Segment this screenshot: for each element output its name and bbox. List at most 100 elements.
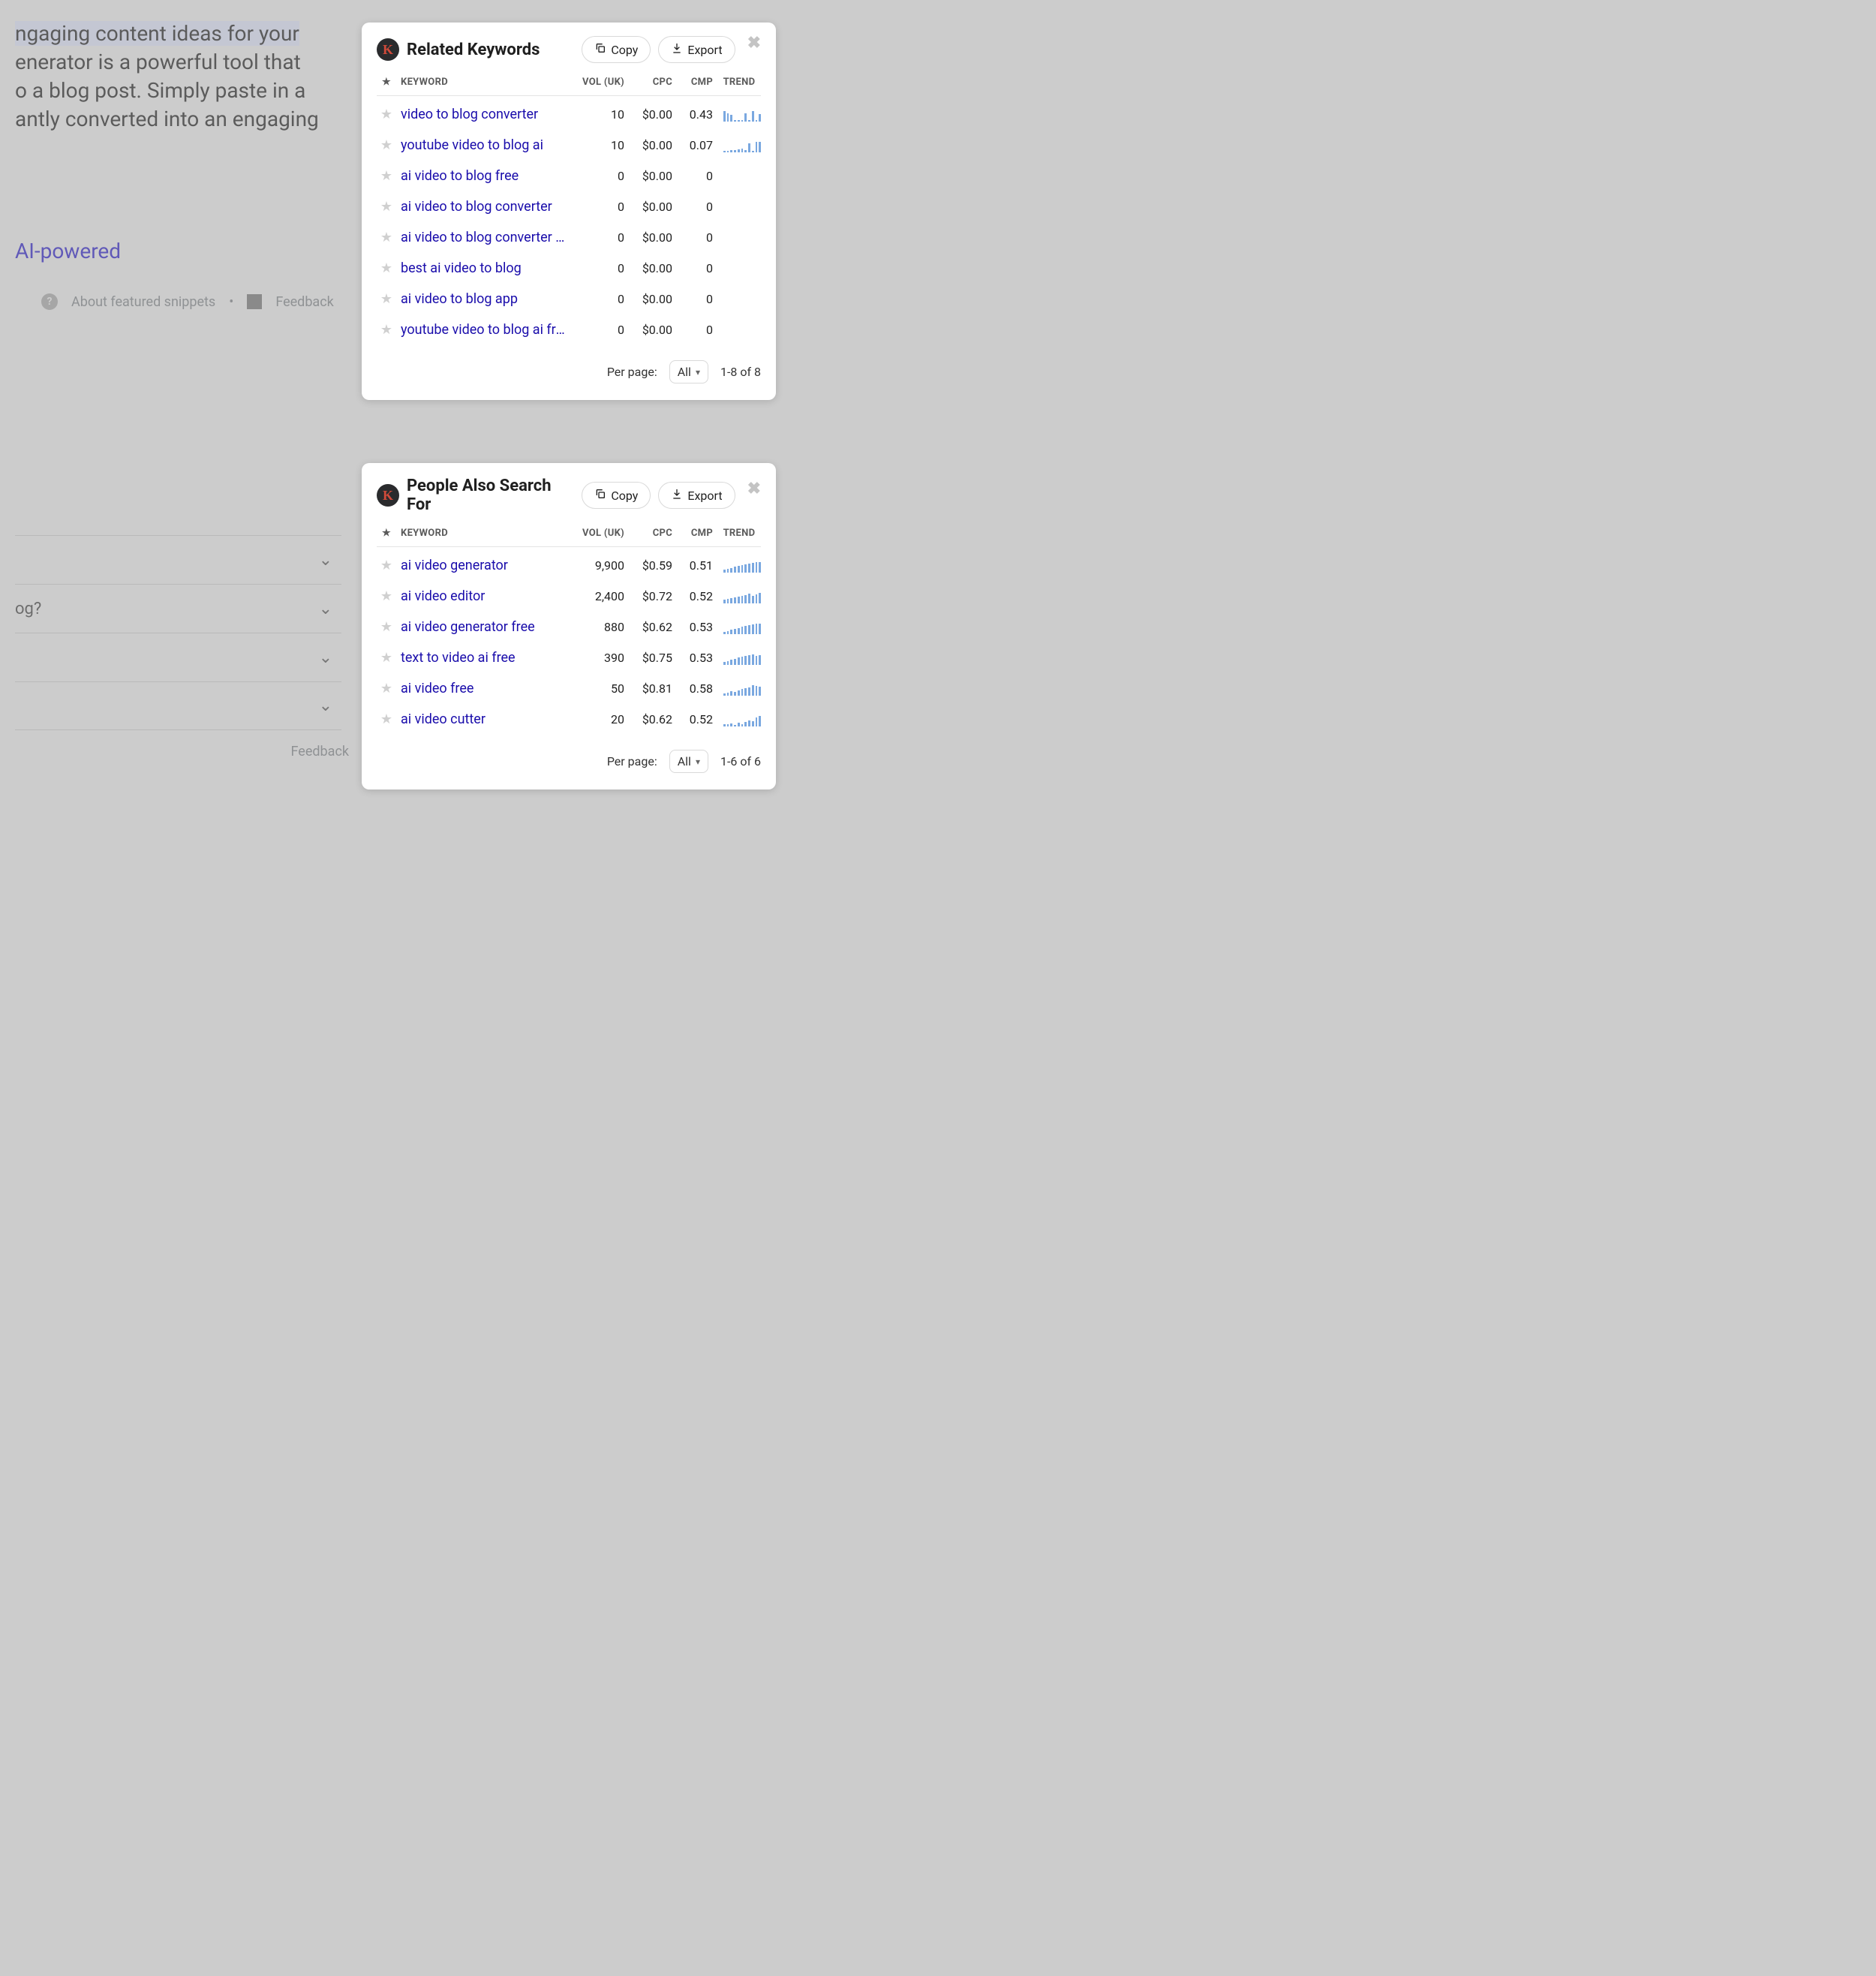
trend-sparkline (723, 621, 761, 634)
vol-value: 50 (572, 681, 624, 696)
table-row: ★text to video ai free390$0.750.53 (377, 642, 761, 673)
star-toggle[interactable]: ★ (377, 230, 396, 245)
table-row: ★ai video generator9,900$0.590.51 (377, 550, 761, 581)
cmp-value: 0 (677, 292, 713, 306)
accordion-item[interactable]: ⌄ (15, 535, 341, 584)
vol-value: 0 (572, 292, 624, 306)
accordion-item[interactable]: ⌄ (15, 681, 341, 730)
star-toggle[interactable]: ★ (377, 711, 396, 727)
col-trend: TREND (717, 528, 761, 539)
close-icon[interactable]: ✖ (747, 34, 761, 53)
vol-value: 0 (572, 323, 624, 337)
copy-icon (594, 42, 606, 57)
feedback-link-bottom[interactable]: Feedback (0, 744, 349, 759)
chevron-down-icon: ⌄ (319, 648, 332, 667)
star-toggle[interactable]: ★ (377, 681, 396, 696)
keyword-link[interactable]: ai video to blog app (401, 291, 567, 307)
copy-button[interactable]: Copy (582, 482, 651, 509)
star-toggle[interactable]: ★ (377, 650, 396, 666)
table-row: ★ai video cutter20$0.620.52 (377, 704, 761, 735)
cpc-value: $0.00 (629, 200, 672, 214)
feedback-link[interactable]: Feedback (275, 294, 333, 310)
trend-sparkline (723, 590, 761, 603)
star-toggle[interactable]: ★ (377, 322, 396, 338)
cpc-value: $0.00 (629, 292, 672, 306)
keyword-link[interactable]: ai video to blog free (401, 168, 567, 184)
accordion-item[interactable]: ⌄ (15, 633, 341, 681)
keyword-link[interactable]: ai video free (401, 681, 567, 696)
keyword-link[interactable]: ai video cutter (401, 711, 567, 727)
keyword-link[interactable]: best ai video to blog (401, 260, 567, 276)
per-page-label: Per page: (607, 365, 657, 379)
col-vol: VOL (UK) (572, 528, 624, 539)
table-row: ★video to blog converter10$0.000.43 (377, 99, 761, 130)
table-row: ★youtube video to blog ai10$0.000.07 (377, 130, 761, 161)
export-button[interactable]: Export (658, 482, 735, 509)
accordion-item[interactable]: og?⌄ (15, 584, 341, 633)
vol-value: 0 (572, 200, 624, 214)
extension-logo-icon: K (377, 38, 399, 61)
per-page-select[interactable]: All▾ (669, 360, 708, 383)
star-toggle[interactable]: ★ (377, 291, 396, 307)
col-keyword: KEYWORD (401, 77, 567, 88)
per-page-select[interactable]: All▾ (669, 750, 708, 773)
range-text: 1-8 of 8 (720, 365, 761, 379)
table-row: ★best ai video to blog0$0.000 (377, 253, 761, 284)
vol-value: 2,400 (572, 589, 624, 603)
keyword-link[interactable]: text to video ai free (401, 650, 567, 666)
cpc-value: $0.00 (629, 230, 672, 245)
cmp-value: 0 (677, 169, 713, 183)
cmp-value: 0.52 (677, 712, 713, 726)
cpc-value: $0.81 (629, 681, 672, 696)
cmp-value: 0.51 (677, 558, 713, 573)
related-keywords-panel: KRelated KeywordsCopyExport✖★KEYWORDVOL … (362, 23, 776, 400)
keyword-link[interactable]: ai video generator free (401, 619, 567, 635)
about-featured-snippets[interactable]: About featured snippets (71, 294, 215, 310)
panel-title: People Also Search For (407, 477, 574, 514)
col-keyword: KEYWORD (401, 528, 567, 539)
trend-sparkline (723, 139, 761, 152)
keyword-link[interactable]: ai video generator (401, 558, 567, 573)
feedback-icon (247, 294, 262, 309)
star-toggle[interactable]: ★ (377, 619, 396, 635)
table-row: ★ai video to blog converter0$0.000 (377, 191, 761, 222)
cpc-value: $0.00 (629, 138, 672, 152)
vol-value: 0 (572, 230, 624, 245)
table-row: ★ ai video free 50 $0.81 0.58 (377, 673, 761, 704)
close-icon[interactable]: ✖ (747, 480, 761, 498)
chevron-down-icon: ⌄ (319, 600, 332, 618)
star-toggle[interactable]: ★ (377, 558, 396, 573)
keyword-link[interactable]: ai video to blog converter free (401, 230, 567, 245)
keyword-link[interactable]: youtube video to blog ai (401, 137, 567, 153)
keyword-link[interactable]: video to blog converter (401, 107, 567, 122)
table-row: ★youtube video to blog ai free0$0.000 (377, 314, 761, 345)
table-row: ★ai video editor2,400$0.720.52 (377, 581, 761, 612)
star-toggle[interactable]: ★ (377, 168, 396, 184)
cmp-value: 0.58 (677, 681, 713, 696)
col-trend: TREND (717, 77, 761, 88)
col-cmp: CMP (677, 528, 713, 539)
keyword-link[interactable]: ai video to blog converter (401, 199, 567, 215)
star-header-icon: ★ (377, 528, 396, 539)
trend-sparkline (723, 651, 761, 665)
star-toggle[interactable]: ★ (377, 199, 396, 215)
copy-button[interactable]: Copy (582, 36, 651, 63)
keyword-link[interactable]: ai video editor (401, 588, 567, 604)
star-toggle[interactable]: ★ (377, 137, 396, 153)
trend-sparkline (723, 108, 761, 122)
star-toggle[interactable]: ★ (377, 588, 396, 604)
cmp-value: 0.43 (677, 107, 713, 122)
col-vol: VOL (UK) (572, 77, 624, 88)
keyword-link[interactable]: youtube video to blog ai free (401, 322, 567, 338)
cpc-value: $0.75 (629, 651, 672, 665)
export-button[interactable]: Export (658, 36, 735, 63)
star-toggle[interactable]: ★ (377, 260, 396, 276)
star-toggle[interactable]: ★ (377, 107, 396, 122)
cpc-value: $0.00 (629, 107, 672, 122)
vol-value: 880 (572, 620, 624, 634)
chevron-down-icon: ▾ (696, 367, 700, 377)
download-icon (671, 42, 683, 57)
trend-sparkline (723, 713, 761, 726)
cpc-value: $0.72 (629, 589, 672, 603)
cmp-value: 0.53 (677, 620, 713, 634)
